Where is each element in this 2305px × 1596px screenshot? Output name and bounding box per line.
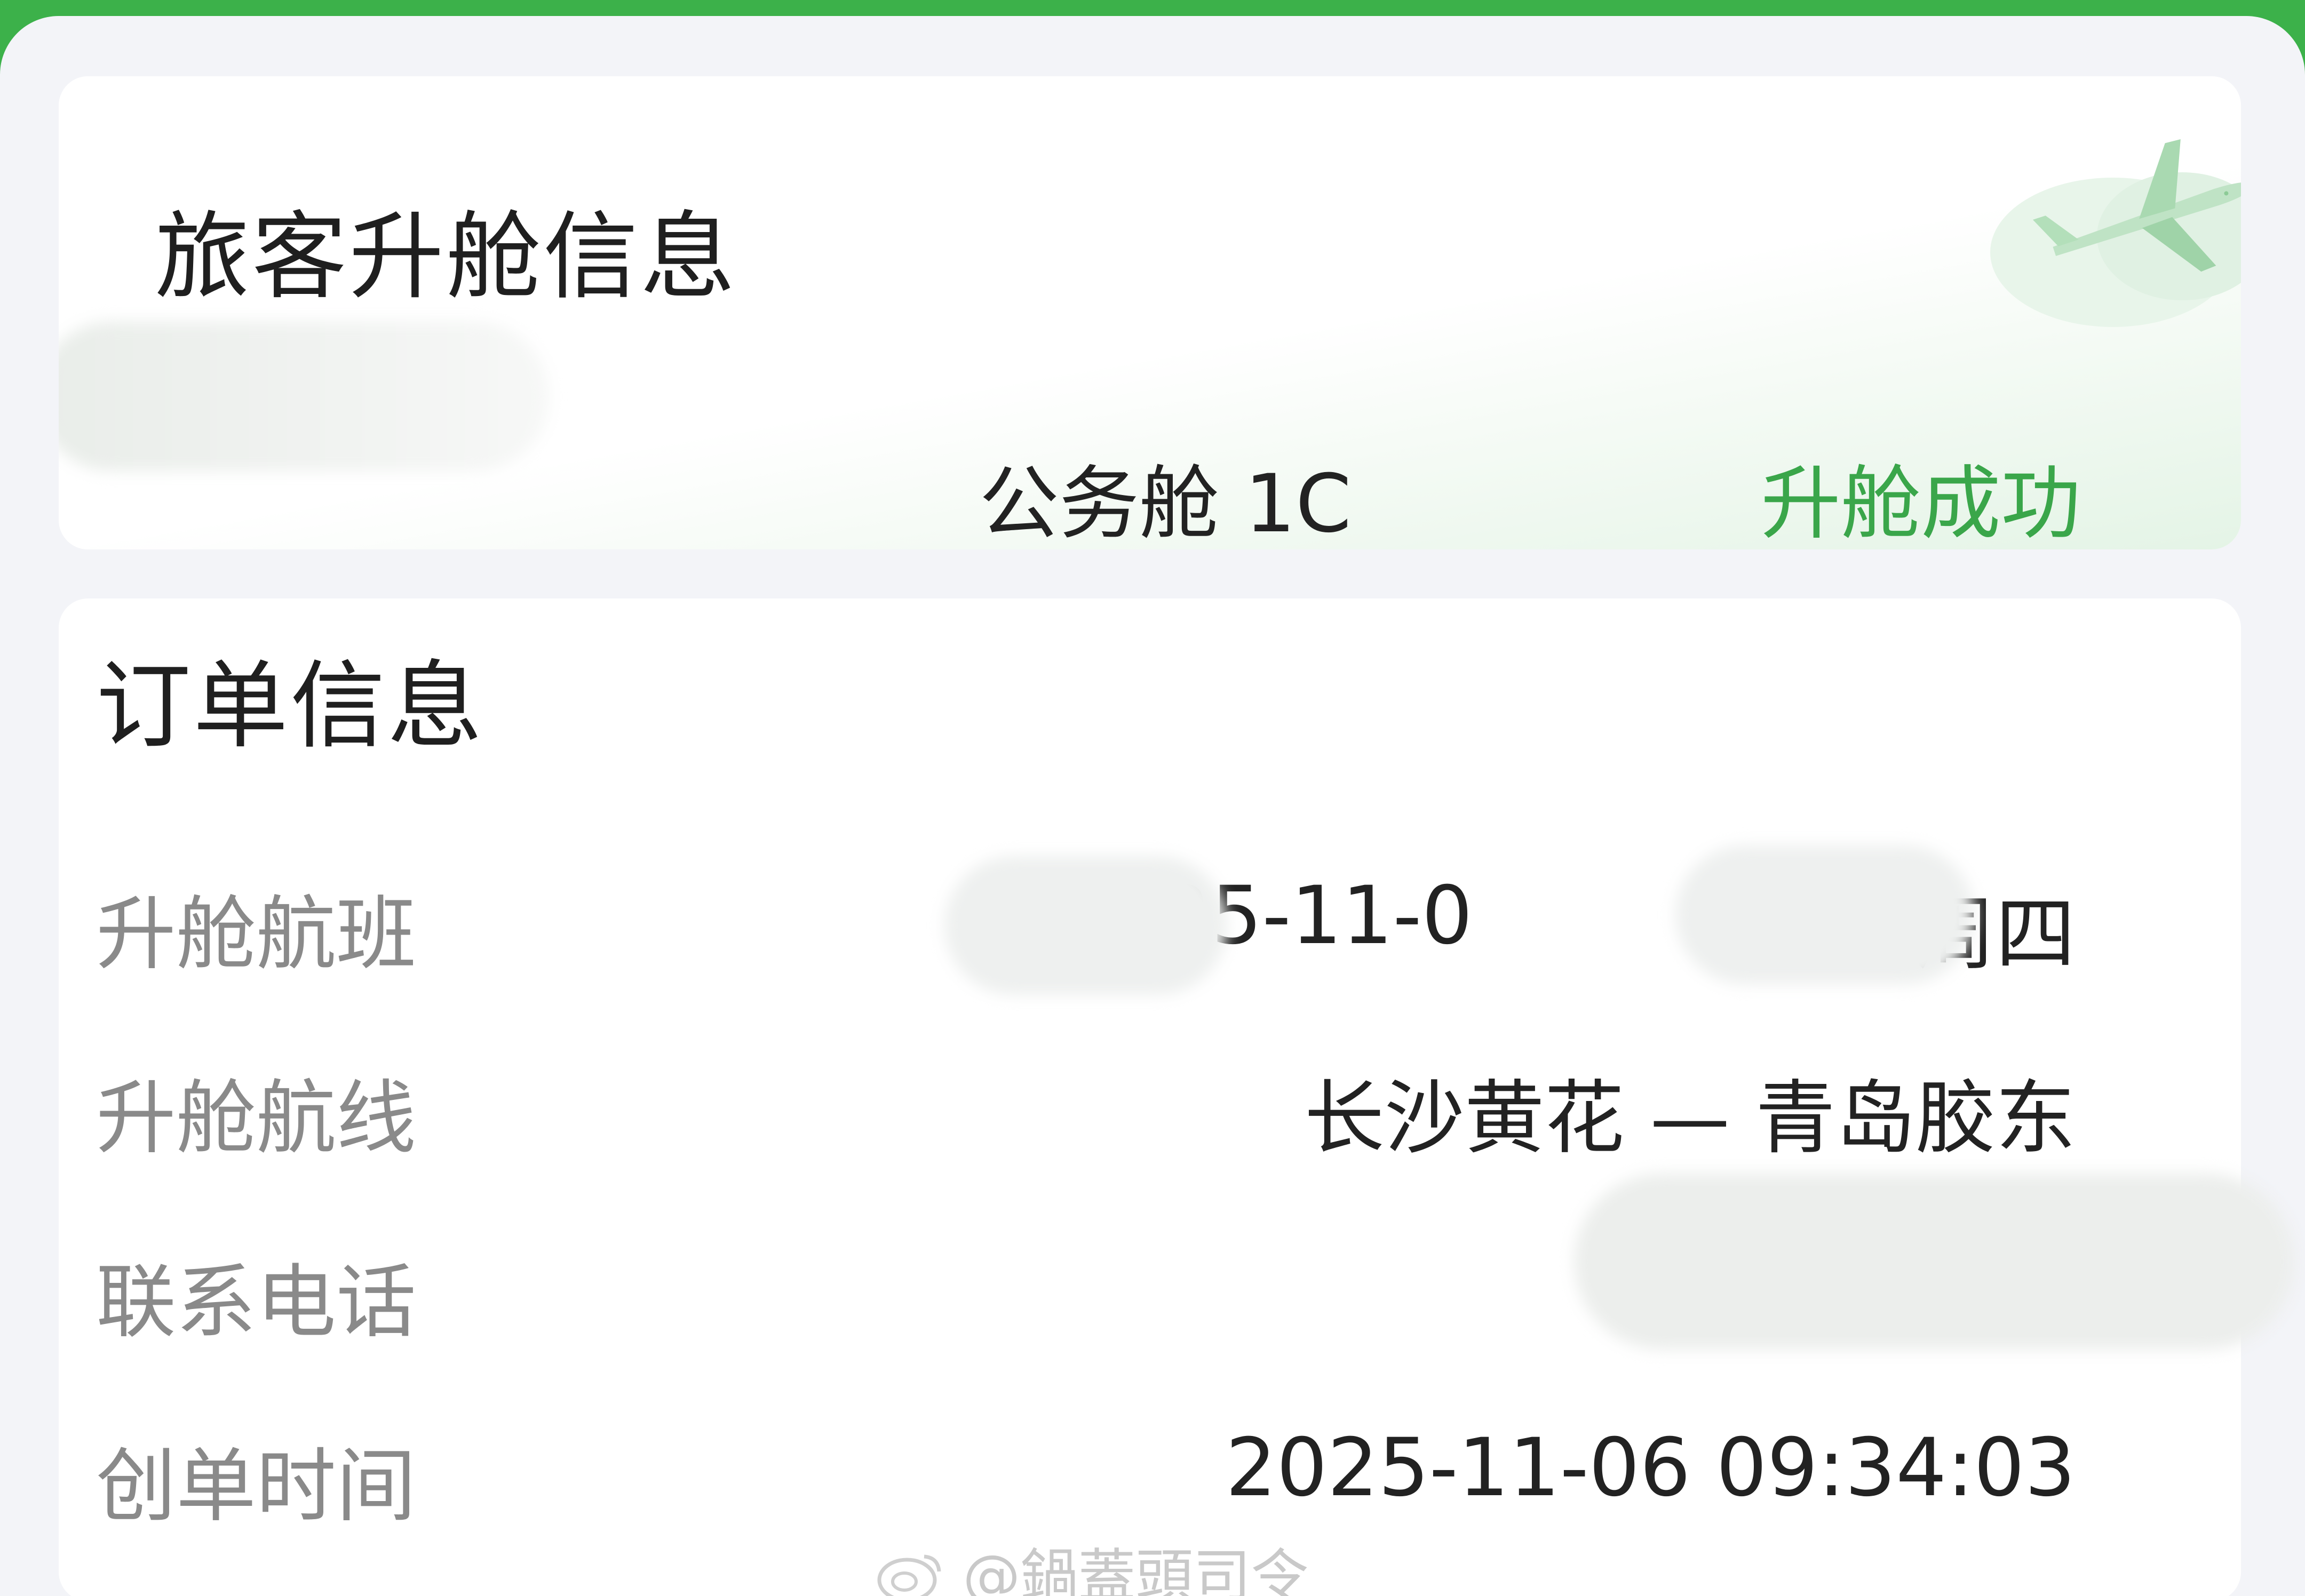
phone-label: 联系电话 bbox=[96, 1256, 417, 1349]
created-time-value: 2025-11-06 09:34:03 bbox=[1225, 1422, 2076, 1514]
route-row: 升舱航线 长沙黄花 — 青岛胶东 bbox=[96, 1054, 2145, 1165]
route-value: 长沙黄花 — 青岛胶东 bbox=[1304, 1072, 2076, 1165]
weibo-logo-icon bbox=[875, 1543, 963, 1596]
screen: 旅客升舱信息 公务舱 1C 升舱成功 订单信息 升舱航班 周四 6/2025-1… bbox=[0, 16, 2305, 1596]
created-time-row: 创单时间 2025-11-06 09:34:03 bbox=[96, 1422, 2145, 1533]
passenger-card-title: 旅客升舱信息 bbox=[155, 202, 737, 312]
order-card-title: 订单信息 bbox=[96, 651, 484, 761]
cabin-seat: 公务舱 1C bbox=[979, 458, 1352, 549]
flight-label: 升舱航班 bbox=[96, 888, 417, 981]
flight-date-redacted bbox=[1675, 845, 1974, 984]
watermark: @鍋蓋頭司令 bbox=[875, 1530, 1308, 1596]
created-time-label: 创单时间 bbox=[96, 1440, 417, 1533]
passenger-name-redacted bbox=[59, 322, 550, 471]
upgrade-status: 升舱成功 bbox=[1760, 458, 2081, 549]
airplane-icon bbox=[1814, 76, 2241, 396]
flight-number-redacted bbox=[944, 856, 1227, 995]
route-label: 升舱航线 bbox=[96, 1072, 417, 1165]
phone-number-redacted bbox=[1574, 1174, 2294, 1350]
watermark-text: @鍋蓋頭司令 bbox=[963, 1543, 1309, 1596]
passenger-upgrade-card: 旅客升舱信息 公务舱 1C 升舱成功 bbox=[59, 76, 2241, 549]
